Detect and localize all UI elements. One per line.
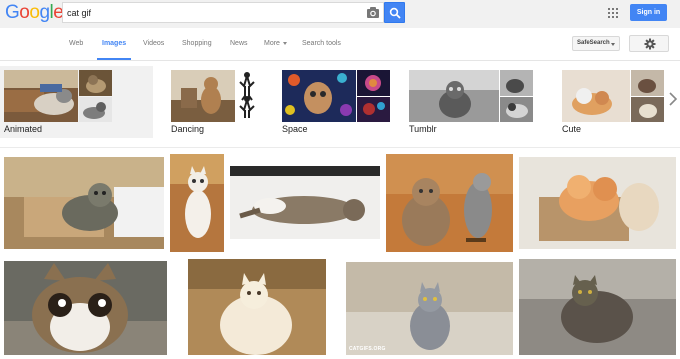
related-thumbnail bbox=[4, 70, 78, 122]
search-nav: Web Images Videos Shopping News More Sea… bbox=[0, 28, 680, 61]
image-result[interactable] bbox=[386, 154, 513, 252]
related-animated[interactable]: Animated bbox=[4, 70, 112, 138]
apps-grid-icon[interactable] bbox=[608, 8, 618, 18]
tab-images[interactable]: Images bbox=[102, 40, 126, 47]
tab-news[interactable]: News bbox=[230, 40, 248, 47]
chevron-down-icon bbox=[611, 43, 615, 46]
related-tumblr[interactable]: Tumblr bbox=[409, 70, 533, 138]
tab-videos[interactable]: Videos bbox=[143, 40, 164, 47]
related-thumbnail bbox=[409, 70, 499, 122]
google-logo[interactable]: Google bbox=[5, 2, 64, 24]
image-result[interactable] bbox=[188, 259, 326, 355]
related-label: Tumblr bbox=[409, 124, 437, 134]
related-space[interactable]: Space bbox=[282, 70, 390, 138]
image-result[interactable]: CATGIFS.ORG bbox=[346, 262, 513, 355]
image-result[interactable] bbox=[230, 166, 380, 239]
tab-web[interactable]: Web bbox=[69, 40, 83, 47]
related-thumbnail bbox=[357, 97, 390, 122]
section-divider bbox=[0, 147, 680, 148]
related-label: Space bbox=[282, 124, 308, 134]
tab-shopping[interactable]: Shopping bbox=[182, 40, 212, 47]
related-dancing[interactable]: Dancing bbox=[171, 70, 279, 138]
logo-letter: g bbox=[39, 2, 50, 23]
related-thumbnail bbox=[631, 97, 664, 122]
image-result[interactable] bbox=[519, 157, 676, 249]
safesearch-button[interactable]: SafeSearch bbox=[572, 36, 620, 51]
related-thumbnail bbox=[79, 70, 112, 96]
search-icon bbox=[389, 7, 401, 19]
top-bar: Google Sign in bbox=[0, 0, 680, 28]
camera-icon[interactable] bbox=[366, 6, 380, 19]
logo-letter: o bbox=[19, 2, 30, 23]
settings-button[interactable] bbox=[629, 35, 669, 52]
related-label: Animated bbox=[4, 124, 43, 134]
related-label: Cute bbox=[562, 124, 582, 134]
image-result[interactable] bbox=[4, 157, 164, 249]
related-thumbnail bbox=[500, 70, 533, 96]
search-input[interactable] bbox=[67, 5, 357, 20]
sign-in-button[interactable]: Sign in bbox=[630, 4, 667, 21]
watermark-text: CATGIFS.ORG bbox=[349, 346, 386, 352]
related-cute[interactable]: Cute bbox=[562, 70, 670, 138]
active-tab-indicator bbox=[97, 58, 131, 60]
tab-more[interactable]: More bbox=[264, 40, 287, 47]
related-thumbnail bbox=[171, 70, 235, 122]
gear-icon bbox=[644, 38, 656, 50]
search-box bbox=[62, 2, 384, 23]
image-result[interactable] bbox=[4, 261, 167, 355]
related-thumbnail bbox=[79, 97, 112, 122]
related-thumbnail bbox=[236, 70, 258, 122]
image-result[interactable] bbox=[170, 154, 224, 252]
related-thumbnail bbox=[631, 70, 664, 96]
image-result[interactable] bbox=[519, 259, 676, 355]
logo-letter: o bbox=[29, 2, 40, 23]
logo-letter: G bbox=[5, 2, 20, 23]
tab-more-label: More bbox=[264, 40, 280, 47]
related-thumbnail bbox=[562, 70, 630, 122]
safesearch-label: SafeSearch bbox=[577, 40, 610, 46]
related-thumbnail bbox=[282, 70, 356, 122]
search-button[interactable] bbox=[384, 2, 405, 23]
tab-search-tools[interactable]: Search tools bbox=[302, 40, 341, 47]
related-thumbnail bbox=[357, 70, 390, 96]
chevron-right-icon[interactable] bbox=[668, 92, 678, 106]
related-thumbnail bbox=[500, 97, 533, 122]
related-label: Dancing bbox=[171, 124, 205, 134]
chevron-down-icon bbox=[282, 41, 287, 45]
